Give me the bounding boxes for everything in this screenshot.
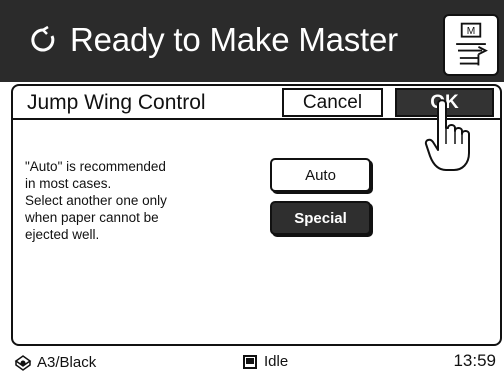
pointing-hand-icon (424, 98, 474, 178)
header-title-text: Ready to Make Master (70, 21, 398, 58)
master-document-icon: M (456, 22, 488, 66)
message-line: "Auto" is recommended (25, 159, 166, 174)
master-label: M (467, 26, 476, 37)
status-bar: A3/Black Idle 13:59 (0, 348, 504, 376)
screen: Ready to Make Master M Jump Wing Control… (0, 0, 504, 376)
clock: 13:59 (453, 351, 496, 370)
dialog-title: Jump Wing Control (27, 91, 206, 114)
machine-state-text: Idle (264, 353, 289, 370)
paper-tray-icon (13, 352, 33, 372)
dialog-message: "Auto" is recommended in most cases. Sel… (25, 158, 250, 243)
message-line: ejected well. (25, 227, 100, 242)
header-title: Ready to Make Master (28, 18, 398, 62)
idle-square-icon (243, 354, 257, 369)
paper-status: A3/Black (13, 352, 96, 372)
message-line: in most cases. (25, 176, 112, 191)
machine-state: Idle (243, 353, 288, 370)
message-line: when paper cannot be (25, 210, 159, 225)
auto-option-button[interactable]: Auto (270, 158, 371, 192)
paper-status-text: A3/Black (37, 353, 97, 371)
special-option-button[interactable]: Special (270, 201, 371, 235)
message-line: Select another one only (25, 193, 167, 208)
header-bar: Ready to Make Master M (0, 0, 504, 82)
master-document-button[interactable]: M (443, 14, 499, 76)
circular-arrow-icon (28, 25, 58, 55)
cancel-button[interactable]: Cancel (282, 88, 383, 117)
